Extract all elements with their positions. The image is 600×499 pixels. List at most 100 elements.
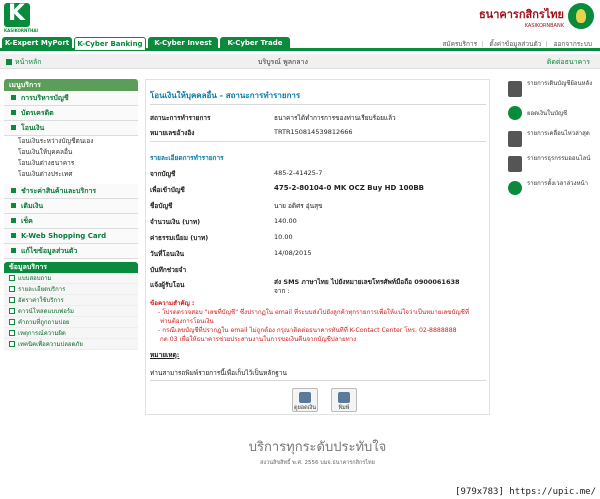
from-account-label: จากบัญชี <box>150 170 176 178</box>
important-note-heading: ข้อความสำคัญ : <box>150 300 195 307</box>
bullet-icon <box>11 125 16 130</box>
quick-link-label: รายการธุรกรรมออนไลน์ <box>527 155 591 162</box>
document-icon <box>9 286 15 292</box>
bank-name-en: KASIKORNBANK <box>524 23 564 29</box>
important-note-1-cont: ท่านต้องการโอนเงิน <box>160 318 214 325</box>
account-name-label: ชื่อบัญชี <box>150 202 173 210</box>
sidebar-item-transfer[interactable]: โอนเงิน <box>4 121 138 136</box>
lock-icon <box>9 341 15 347</box>
k-logo-icon: K <box>4 1 30 27</box>
sidebar-item-account[interactable]: การบริหารบัญชี <box>4 91 138 106</box>
register-link[interactable]: สมัครบริการ <box>442 40 477 48</box>
document-icon <box>508 156 522 172</box>
print-button[interactable]: พิมพ์ <box>331 388 357 412</box>
document-icon <box>508 131 522 147</box>
fee-label: ค่าธรรมเนียม (บาท) <box>150 234 209 242</box>
quick-link-statement-history[interactable]: รายการเดินบัญชีย้อนหลัง <box>506 79 596 103</box>
sidebar-subitem-other-bank[interactable]: โอนเงินต่างธนาคาร <box>4 158 138 169</box>
profile-settings-link[interactable]: ตั้งค่าข้อมูลส่วนตัว <box>489 40 541 48</box>
tab-k-cyber-invest[interactable]: K-Cyber Invest <box>148 37 218 50</box>
sidebar-subitem-international[interactable]: โอนเงินต่างประเทศ <box>4 169 138 180</box>
info-item-survey[interactable]: แบบสอบถาม <box>4 273 138 284</box>
sidebar-subitem-own-account[interactable]: โอนเงินระหว่างบัญชีตนเอง <box>4 136 138 147</box>
amount-label: จำนวนเงิน (บาท) <box>150 218 201 226</box>
sidebar-item-label: K-Web Shopping Card <box>21 232 107 240</box>
sidebar-item-edit-profile[interactable]: แก้ไขข้อมูลส่วนตัว <box>4 244 138 259</box>
divider <box>150 104 486 105</box>
home-link[interactable]: หน้าหลัก <box>6 57 41 68</box>
info-item-label: เทคนิคเพื่อความปลอดภัย <box>18 341 83 348</box>
from-account-value: 485-2-41425-7 <box>274 169 323 177</box>
status-label: สถานะการทำรายการ <box>150 114 211 122</box>
warning-icon <box>9 330 15 336</box>
sidebar-item-topup[interactable]: เติมเงิน <box>4 199 138 214</box>
to-account-label: เพื่อเข้าบัญชี <box>150 186 185 194</box>
bullet-icon <box>11 218 16 223</box>
bullet-icon <box>11 233 16 238</box>
sidebar-item-shopping-card[interactable]: K-Web Shopping Card <box>4 229 138 244</box>
sidebar-subitem-other-person[interactable]: โอนเงินให้บุคคลอื่น <box>4 147 138 158</box>
sidebar-item-cheque[interactable]: เช็ค <box>4 214 138 229</box>
info-item-faq[interactable]: คำถามที่ถูกถามบ่อย <box>4 317 138 328</box>
printer-icon <box>338 392 350 403</box>
sub-bar: หน้าหลัก บริบูรณ์ พูลกลาง ติดต่อธนาคาร <box>0 54 600 69</box>
amount-value: 140.00 <box>274 217 297 225</box>
home-icon <box>6 59 12 65</box>
page-header: K KASIKORNTHAI ธนาคารกสิกรไทย KASIKORNBA… <box>0 0 600 38</box>
quick-link-balance[interactable]: ยอดเงินในบัญชี <box>506 104 596 128</box>
info-item-fees[interactable]: อัตราค่าใช้บริการ <box>4 295 138 306</box>
quick-link-recent-movements[interactable]: รายการเคลื่อนไหวล่าสุด <box>506 129 596 153</box>
tab-k-cyber-trade[interactable]: K-Cyber Trade <box>220 37 290 50</box>
kasikornthai-logo[interactable]: K KASIKORNTHAI <box>4 1 38 33</box>
info-item-label: ดาวน์โหลดแบบฟอร์ม <box>18 308 75 315</box>
download-icon <box>9 308 15 314</box>
transfer-date-label: วันที่โอนเงิน <box>150 250 185 258</box>
status-value: ธนาคารได้ทำการการของท่านเรียบร้อยแล้ว <box>274 114 396 122</box>
service-info-title: ข้อมูลบริการ <box>4 262 138 273</box>
info-item-label: แบบสอบถาม <box>18 275 52 282</box>
info-item-incidents[interactable]: เหตุการณ์ความผิด <box>4 328 138 339</box>
contact-bank-link[interactable]: ติดต่อธนาคาร <box>547 57 590 68</box>
divider <box>150 141 486 142</box>
sidebar-item-label: การบริหารบัญชี <box>21 94 69 102</box>
sidebar-item-payment[interactable]: ชำระค่าสินค้าและบริการ <box>4 184 138 199</box>
image-watermark: [979x783] https://upic.me/ <box>455 487 596 497</box>
to-account-value: 475-2-80104-0 MK OCZ Buy HD 100BB <box>274 184 424 192</box>
bullet-icon <box>11 110 16 115</box>
tab-k-expert-myport[interactable]: K-Expert MyPort <box>2 37 72 50</box>
transfer-date-value: 14/08/2015 <box>274 249 312 257</box>
sidebar-item-credit-card[interactable]: บัตรเครดิต <box>4 106 138 121</box>
reference-value: TRTR150814539812666 <box>274 128 353 136</box>
clock-icon <box>508 181 522 195</box>
notify-recipient-value: ส่ง SMS ภาษาไทย ไปยังหมายเลขโทรศัพท์มือถ… <box>274 278 460 286</box>
reference-label: หมายเลขอ้างอิง <box>150 129 195 137</box>
important-note-2-cont: กด 03 เพื่อให้ธนาคารช่วยประสานงานในการขอ… <box>160 336 357 343</box>
info-item-label: อัตราค่าใช้บริการ <box>18 297 64 304</box>
document-icon <box>508 81 522 97</box>
document-icon <box>9 297 15 303</box>
tab-k-cyber-banking[interactable]: K-Cyber Banking <box>74 37 146 50</box>
quick-link-label: รายการตั้งเวลาล่วงหน้า <box>527 180 589 187</box>
quick-link-label: รายการเคลื่อนไหวล่าสุด <box>527 130 590 137</box>
divider <box>150 380 486 381</box>
sidebar-item-label: แก้ไขข้อมูลส่วนตัว <box>21 247 78 255</box>
info-item-service-details[interactable]: รายละเอียดบริการ <box>4 284 138 295</box>
sidebar-item-label: เติมเงิน <box>21 202 44 210</box>
user-greeting: บริบูรณ์ พูลกลาง <box>258 58 308 66</box>
info-item-download-forms[interactable]: ดาวน์โหลดแบบฟอร์ม <box>4 306 138 317</box>
bank-name-th: ธนาคารกสิกรไทย <box>478 8 564 21</box>
important-note-1: - โปรดตรวจสอบ "เลขที่บัญชี" ซึ่งปรากฏใน … <box>158 309 469 316</box>
main-nav: K-Expert MyPort K-Cyber Banking K-Cyber … <box>0 37 600 51</box>
bank-name: ธนาคารกสิกรไทย KASIKORNBANK <box>479 5 564 29</box>
remark-text: ท่านสามารถพิมพ์รายการนี้เพื่อเก็บไว้เป็น… <box>150 369 287 377</box>
info-item-security-tips[interactable]: เทคนิคเพื่อความปลอดภัย <box>4 339 138 350</box>
page-title: โอนเงินให้บุคคลอื่น - สถานะการทำรายการ <box>150 91 301 100</box>
checkbox-icon <box>9 275 15 281</box>
logout-link[interactable]: ออกจากระบบ <box>554 40 592 48</box>
view-balance-button[interactable]: ดูยอดเงิน <box>292 388 318 412</box>
bullet-icon <box>11 203 16 208</box>
top-links: สมัครบริการ | ตั้งค่าข้อมูลส่วนตัว | ออกจา… <box>438 39 592 49</box>
quick-link-scheduled[interactable]: รายการตั้งเวลาล่วงหน้า <box>506 179 596 203</box>
quick-link-online-transactions[interactable]: รายการธุรกรรมออนไลน์ <box>506 154 596 178</box>
menu-title: เมนูบริการ <box>4 79 138 91</box>
